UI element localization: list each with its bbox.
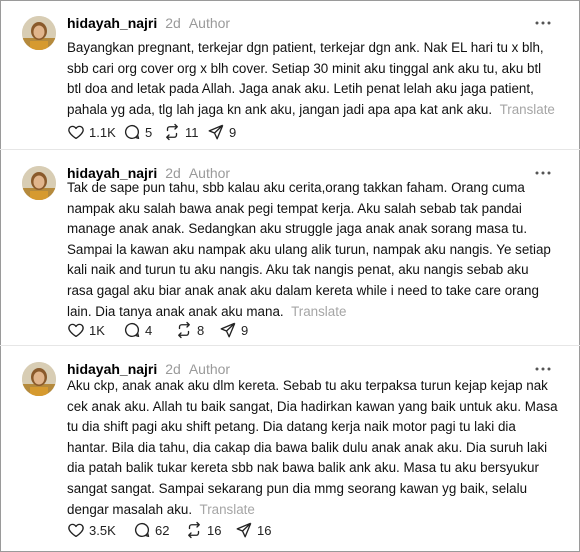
post-text-line: pahala yg ada, tlg lah jaga kn ank aku, … (67, 101, 493, 117)
thread-post: hidayah_najri 2d Author Bayangkan pregna… (0, 0, 580, 150)
repost-button[interactable]: 11 (163, 123, 207, 141)
timestamp[interactable]: 2d (165, 14, 181, 32)
share-count: 9 (241, 322, 249, 338)
share-button[interactable]: 9 (207, 123, 236, 141)
repost-button[interactable]: 8 (175, 321, 219, 339)
post-text-line: sbb cari org cover org x blh cover. Seti… (67, 60, 542, 76)
avatar[interactable] (22, 166, 56, 200)
post-text-line: dengar masalah aku. (67, 501, 193, 517)
post-text-line: Aku ckp, anak anak aku dlm kereta. Sebab… (67, 378, 548, 393)
repost-count: 8 (197, 322, 205, 338)
like-button[interactable]: 3.5K (67, 521, 133, 539)
like-count: 3.5K (89, 522, 116, 538)
post-text-line: Bayangkan pregnant, terkejar dgn patient… (67, 40, 544, 55)
like-button[interactable]: 1.1K (67, 123, 123, 141)
post-text-line: hantar. Bila dia tahu, dia cakap dia baw… (67, 439, 548, 455)
like-count: 1K (89, 322, 105, 338)
translate-link[interactable]: Translate (200, 502, 255, 517)
reply-button[interactable]: 5 (123, 123, 163, 141)
thread-post: hidayah_najri 2d Author Aku ckp, anak an… (0, 346, 580, 552)
send-icon (236, 522, 252, 538)
repost-button[interactable]: 16 (185, 521, 235, 539)
translate-link[interactable]: Translate (500, 102, 555, 117)
post-text-line: dia patah balik tukar kereta sbb nak baw… (67, 460, 539, 476)
share-button[interactable]: 16 (235, 521, 271, 539)
reply-button[interactable]: 4 (123, 321, 175, 339)
like-count: 1.1K (89, 124, 116, 140)
post-text: Tak de sape pun tahu, sbb kalau aku ceri… (67, 178, 552, 322)
reply-count: 62 (155, 522, 170, 538)
post-text-line: nampak aku salah bawa anak pegi tempat k… (67, 200, 522, 216)
action-bar: 3.5K 62 16 16 (67, 520, 271, 540)
repost-icon (178, 321, 190, 339)
post-header: hidayah_najri 2d Author (67, 14, 230, 32)
post-text: Aku ckp, anak anak aku dlm kereta. Sebab… (67, 376, 558, 520)
post-text-line: Tak de sape pun tahu, sbb kalau aku ceri… (67, 180, 525, 195)
send-icon (208, 124, 224, 140)
post-text-line: sangat sangat. Sampai sekarang pun dia m… (67, 480, 528, 496)
avatar[interactable] (22, 16, 56, 50)
share-count: 16 (257, 522, 272, 538)
like-button[interactable]: 1K (67, 321, 123, 339)
comment-icon (134, 522, 150, 538)
repost-count: 16 (207, 522, 222, 538)
more-options-icon[interactable] (534, 14, 552, 32)
post-text-line: manage anak anak. Sedangkan aku struggle… (67, 221, 528, 237)
action-bar: 1K 4 8 9 (67, 320, 248, 340)
repost-count: 11 (185, 124, 199, 140)
send-icon (220, 322, 236, 338)
heart-icon (68, 523, 84, 538)
post-text-line: kali naik and turun tu aku nangis. Aku t… (67, 262, 529, 278)
post-text-line: cek anak aku. Allah tu baik sangat, Dia … (67, 398, 558, 414)
post-text: Bayangkan pregnant, terkejar dgn patient… (67, 38, 555, 120)
reply-button[interactable]: 62 (133, 521, 185, 539)
share-count: 9 (229, 124, 237, 140)
post-text-line: btl doa and letak pada Allah. Jaga anak … (67, 81, 534, 97)
post-text-line: Sampai la kawan aku nampak aku ulang ali… (67, 241, 551, 257)
post-text-line: rasa gagal aku biar anak anak aku dalam … (67, 282, 539, 298)
share-button[interactable]: 9 (219, 321, 248, 339)
action-bar: 1.1K 5 11 9 (67, 122, 236, 142)
post-text-line: tu dia shift pagi aku shift petang. Dia … (67, 419, 516, 435)
avatar[interactable] (22, 362, 56, 396)
thread-post: hidayah_najri 2d Author Tak de sape pun … (0, 150, 580, 346)
repost-icon (166, 123, 178, 141)
repost-icon (188, 521, 200, 539)
heart-icon (68, 323, 84, 338)
comment-icon (124, 322, 140, 338)
reply-count: 4 (145, 322, 153, 338)
post-text-line: lain. Dia tanya anak anak aku mana. (67, 303, 284, 319)
author-badge: Author (188, 15, 231, 31)
heart-icon (68, 125, 84, 140)
username[interactable]: hidayah_najri (67, 14, 157, 32)
reply-count: 5 (145, 124, 153, 140)
comment-icon (124, 124, 140, 140)
translate-link[interactable]: Translate (291, 304, 346, 319)
